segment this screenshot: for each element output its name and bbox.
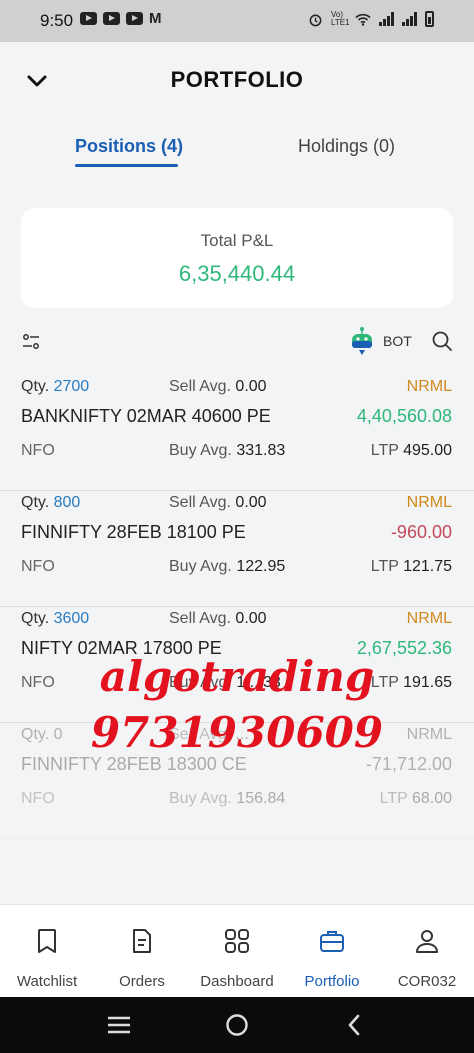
nav-label: Watchlist [16, 973, 78, 990]
system-icons: Vo) LTE1 [308, 11, 434, 27]
tab-positions[interactable]: Positions (4) [75, 136, 183, 157]
notification-icons: M [80, 10, 162, 27]
buy-avg-value: 331.83 [236, 442, 286, 459]
sell-avg-label: Sell Avg. [169, 494, 231, 511]
nav-label: Orders [119, 973, 165, 990]
wifi-icon [355, 13, 371, 26]
total-pnl-value: 6,35,440.44 [178, 261, 296, 286]
symbol: BANKNIFTY 02MAR 40600 PE [21, 406, 271, 426]
signal-icon [379, 12, 394, 26]
exchange: NFO [21, 790, 55, 807]
nav-account[interactable]: COR032 [380, 905, 474, 998]
briefcase-icon [320, 931, 344, 952]
menu-icon[interactable] [106, 1015, 132, 1035]
symbol: FINNIFTY 28FEB 18300 CE [21, 754, 247, 774]
positions-toolbar: BOT [0, 326, 474, 358]
sell-avg-value: 0.00 [235, 378, 267, 395]
exchange: NFO [21, 442, 55, 459]
product-type: NRML [406, 610, 452, 627]
youtube-icon [80, 12, 97, 25]
nav-watchlist[interactable]: Watchlist [0, 905, 94, 998]
position-pnl: 4,40,560.08 [356, 406, 452, 426]
active-tab-indicator [75, 164, 178, 167]
nav-orders[interactable]: Orders [95, 905, 189, 998]
sell-avg-value: 0.00 [235, 610, 267, 627]
sell-avg-label: Sell Avg. [169, 378, 231, 395]
sell-avg-label: Sell Avg. [169, 610, 231, 627]
status-bar: 9:50 M Vo) LTE1 [0, 0, 474, 42]
total-pnl-label: Total P&L [200, 231, 274, 250]
battery-icon [425, 11, 434, 27]
user-icon [416, 930, 438, 953]
watermark-phone: 9731930609 [90, 708, 384, 757]
bot-label[interactable]: BOT [383, 333, 412, 349]
qty-value: 800 [53, 494, 81, 511]
back-icon[interactable] [345, 1013, 363, 1037]
buy-avg-label: Buy Avg. [169, 442, 232, 459]
tab-holdings[interactable]: Holdings (0) [298, 136, 395, 157]
page-title: PORTFOLIO [170, 67, 304, 92]
ltp-label: LTP [370, 442, 399, 459]
total-pnl-card: Total P&L 6,35,440.44 [21, 208, 453, 308]
qty-label: Qty. [21, 378, 50, 395]
youtube-icon [126, 12, 143, 25]
ltp-label: LTP [370, 558, 399, 575]
product-type: NRML [406, 494, 452, 511]
nav-portfolio[interactable]: Portfolio [285, 905, 379, 998]
position-row[interactable]: Qty. 2700 Sell Avg. 0.00 NRML BANKNIFTY … [0, 375, 474, 491]
bot-icon[interactable] [349, 326, 375, 356]
system-navigation-bar [0, 997, 474, 1053]
home-icon[interactable] [225, 1013, 249, 1037]
app-header: PORTFOLIO [0, 42, 474, 122]
position-pnl: -71,712.00 [365, 754, 452, 774]
buy-avg-label: Buy Avg. [169, 558, 232, 575]
divider [0, 838, 474, 839]
nav-label: COR032 [397, 973, 457, 990]
qty-label: Qty. [21, 610, 50, 627]
exchange: NFO [21, 558, 55, 575]
buy-avg-value: 156.84 [236, 790, 286, 807]
qty-label: Qty. [21, 494, 50, 511]
network-label: Vo) LTE1 [331, 10, 350, 27]
buy-avg-value: 122.95 [236, 558, 286, 575]
gmail-icon: M [149, 10, 162, 27]
position-pnl: -960.00 [390, 522, 452, 542]
nav-label: Dashboard [200, 973, 274, 990]
ltp-value: 68.00 [411, 790, 452, 807]
status-time: 9:50 [40, 11, 74, 30]
watermark-text: algotrading [99, 652, 375, 701]
grid-icon [225, 929, 249, 953]
bottom-navigation: Watchlist Orders Dashboard Portfolio COR… [0, 904, 474, 997]
document-icon [133, 929, 151, 953]
filter-icon[interactable] [21, 332, 41, 352]
nav-label: Portfolio [304, 973, 360, 990]
buy-avg-label: Buy Avg. [169, 790, 232, 807]
ltp-value: 121.75 [403, 558, 452, 575]
ltp-value: 495.00 [403, 442, 452, 459]
nav-dashboard[interactable]: Dashboard [190, 905, 284, 998]
product-type: NRML [406, 378, 452, 395]
ltp-label: LTP [379, 790, 408, 807]
symbol: FINNIFTY 28FEB 18100 PE [21, 522, 246, 542]
search-icon[interactable] [431, 330, 453, 352]
sell-avg-value: 0.00 [235, 494, 267, 511]
qty-value: 2700 [53, 378, 90, 395]
signal-icon [402, 12, 417, 26]
qty-value: 3600 [53, 610, 90, 627]
bookmark-icon [38, 929, 56, 953]
youtube-icon [103, 12, 120, 25]
position-row[interactable]: Qty. 800 Sell Avg. 0.00 NRML FINNIFTY 28… [0, 491, 474, 607]
alarm-icon [309, 14, 322, 26]
